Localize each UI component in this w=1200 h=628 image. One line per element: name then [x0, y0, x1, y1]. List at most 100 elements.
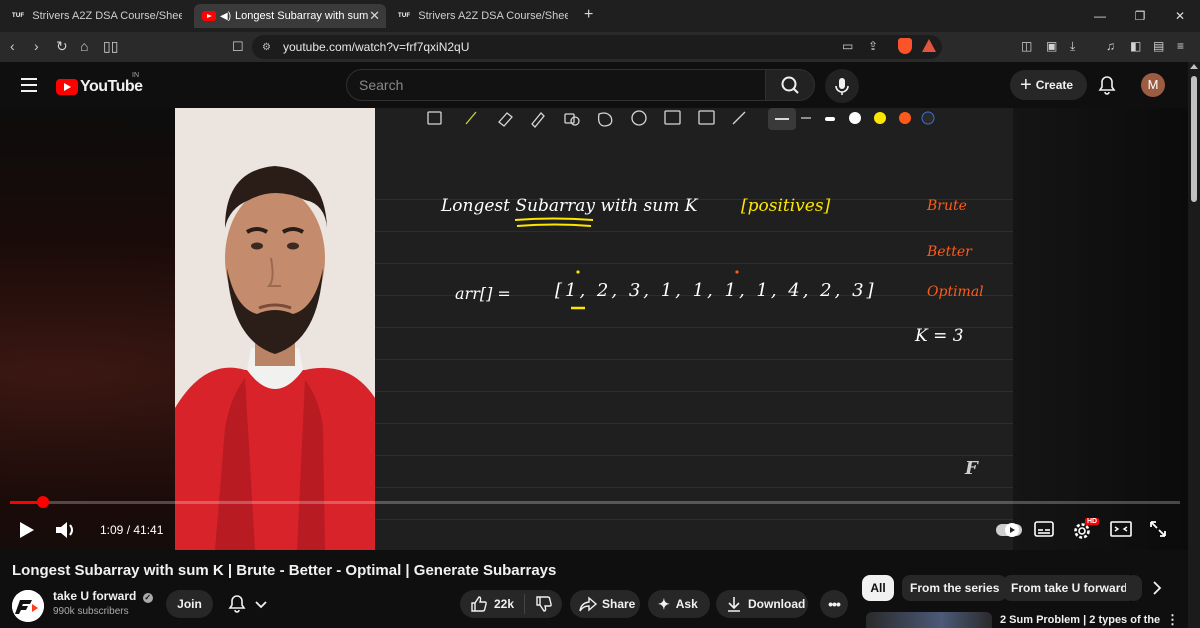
autoplay-toggle-icon[interactable]: [996, 521, 1022, 539]
instructor-facecam: [175, 108, 375, 550]
share-page-icon[interactable]: ⇪: [868, 39, 878, 53]
chip-overflow[interactable]: [1126, 575, 1142, 601]
youtube-play-logo-icon: [56, 79, 78, 95]
restore-icon[interactable]: ❐: [1120, 0, 1160, 32]
brand-watermark: F: [965, 458, 978, 479]
download-label: Download: [748, 597, 806, 611]
scroll-up-icon[interactable]: [1190, 64, 1198, 69]
voice-search-button[interactable]: [825, 69, 859, 103]
join-label: Join: [177, 597, 202, 611]
related-more-icon[interactable]: ⋮: [1166, 612, 1179, 628]
channel-name[interactable]: take U forward: [53, 589, 136, 603]
brave-rewards-icon[interactable]: [922, 39, 936, 52]
thumbs-up-icon: [471, 596, 487, 612]
approach-better: Better: [927, 244, 972, 260]
share-button[interactable]: Share: [570, 590, 640, 618]
reload-icon[interactable]: ↻: [56, 38, 68, 55]
home-icon[interactable]: ⌂: [80, 38, 88, 54]
avatar[interactable]: M: [1141, 73, 1165, 97]
verified-badge-icon: ✓: [142, 593, 153, 603]
ask-label: Ask: [675, 597, 698, 611]
like-count: 22k: [494, 597, 515, 611]
close-window-icon[interactable]: ✕: [1160, 0, 1200, 32]
back-icon[interactable]: ‹: [10, 38, 15, 54]
yellow-underline: [514, 217, 594, 227]
create-button[interactable]: + Create: [1010, 70, 1088, 100]
wallet-icon[interactable]: ▣: [1046, 39, 1057, 53]
url-text: youtube.com/watch?v=frf7qxiN2qU: [282, 40, 470, 54]
browser-tab-bar: TUF Strivers A2Z DSA Course/Sheet - Crac…: [0, 0, 1200, 32]
site-info-icon[interactable]: ⚙: [262, 42, 271, 53]
search-input[interactable]: [347, 70, 765, 100]
tab-title: Longest Subarray with sum K: [235, 10, 372, 22]
hd-badge: HD: [1085, 518, 1100, 525]
tab-youtube-active[interactable]: ◀) Longest Subarray with sum K ✕: [194, 4, 386, 28]
downloads-icon[interactable]: ⤓: [1070, 39, 1075, 54]
address-toolbar: ‹ › ↻ ⌂ ▯▯ ☐ ⚙ youtube.com/watch?v=frf7q…: [0, 32, 1200, 62]
new-tab-button[interactable]: +: [584, 6, 593, 24]
pen-tool-icon: [531, 112, 545, 128]
tab-strivers-2[interactable]: TUF Strivers A2Z DSA Course/Sheet - Crac: [390, 4, 578, 28]
chip-from-channel[interactable]: From take U forward: [1003, 575, 1136, 601]
theater-mode-icon[interactable]: [1110, 520, 1132, 538]
brave-shields-icon[interactable]: [898, 38, 912, 54]
screenshot-icon[interactable]: ◫: [1021, 39, 1032, 53]
menu-icon[interactable]: ≡: [1177, 39, 1184, 53]
tuf-favicon-icon: TUF: [398, 13, 411, 19]
time-display: 1:09 / 41:41: [100, 523, 164, 537]
scrollbar-thumb[interactable]: [1191, 76, 1197, 202]
subscription-notifications-button[interactable]: [222, 590, 278, 618]
minimize-icon[interactable]: —: [1080, 0, 1120, 32]
cast-icon[interactable]: ▭: [842, 39, 853, 53]
like-divider: [524, 594, 526, 614]
positives-note: [positives]: [741, 196, 831, 216]
channel-name-row[interactable]: take U forward ✓: [53, 589, 153, 603]
search-button[interactable]: [765, 69, 815, 101]
page-scrollbar[interactable]: [1188, 62, 1200, 628]
music-icon[interactable]: ♫: [1106, 39, 1115, 53]
url-bar[interactable]: ⚙ youtube.com/watch?v=frf7qxiN2qU ▭ ⇪: [252, 35, 942, 59]
youtube-logo[interactable]: YouTube IN: [56, 72, 143, 96]
sidebar-icon[interactable]: ▯▯: [103, 38, 118, 55]
play-icon[interactable]: [16, 520, 36, 540]
like-button[interactable]: 22k: [460, 595, 514, 613]
related-video-title[interactable]: 2 Sum Problem | 2 types of the: [1000, 614, 1160, 626]
ruled-lines: [375, 168, 1013, 550]
player-side-backdrop: [1013, 108, 1188, 550]
microphone-icon: [835, 78, 849, 95]
thumbs-down-icon[interactable]: [535, 595, 553, 613]
notifications-button[interactable]: [1096, 74, 1118, 96]
progress-bar[interactable]: [10, 496, 1180, 508]
sidebar-toggle-icon[interactable]: ◧: [1130, 39, 1141, 53]
video-player[interactable]: Longest Subarray with sum K [positives] …: [0, 108, 1188, 550]
subtitles-icon[interactable]: [1034, 521, 1054, 537]
search-icon: [781, 76, 799, 94]
tab-title: Strivers A2Z DSA Course/Sheet - Crac: [32, 10, 183, 22]
chip-all[interactable]: All: [862, 575, 894, 601]
close-tab-icon[interactable]: ✕: [369, 9, 380, 23]
bookmark-icon[interactable]: ☐: [232, 39, 244, 55]
fullscreen-icon[interactable]: [1148, 519, 1168, 539]
chip-from-series[interactable]: From the series: [902, 575, 1008, 601]
subscriber-count: 990k subscribers: [53, 606, 129, 617]
tab-strivers-1[interactable]: TUF Strivers A2Z DSA Course/Sheet - Crac: [4, 4, 192, 28]
forward-icon[interactable]: ›: [34, 38, 39, 54]
join-button[interactable]: Join: [166, 590, 213, 618]
create-label: Create: [1035, 78, 1074, 92]
related-video-thumbnail[interactable]: [866, 612, 992, 628]
like-dislike-group: 22k: [460, 590, 562, 618]
progress-scrubber[interactable]: [36, 496, 49, 508]
speaker-icon[interactable]: ◀): [220, 11, 231, 22]
plus-icon: +: [1020, 74, 1032, 96]
video-title: Longest Subarray with sum K | Brute - Be…: [12, 562, 557, 579]
ask-button[interactable]: ✦ Ask: [648, 590, 710, 618]
sparkle-icon: ✦: [658, 595, 670, 612]
wallet-card-icon[interactable]: ▤: [1153, 39, 1164, 53]
guide-menu-icon[interactable]: [21, 78, 37, 96]
channel-avatar[interactable]: [12, 590, 44, 622]
window-controls: — ❐ ✕: [1080, 0, 1200, 32]
volume-icon[interactable]: [54, 519, 78, 541]
more-actions-button[interactable]: •••: [820, 590, 848, 618]
chevron-right-icon[interactable]: [1150, 580, 1164, 596]
download-button[interactable]: Download: [716, 590, 808, 618]
